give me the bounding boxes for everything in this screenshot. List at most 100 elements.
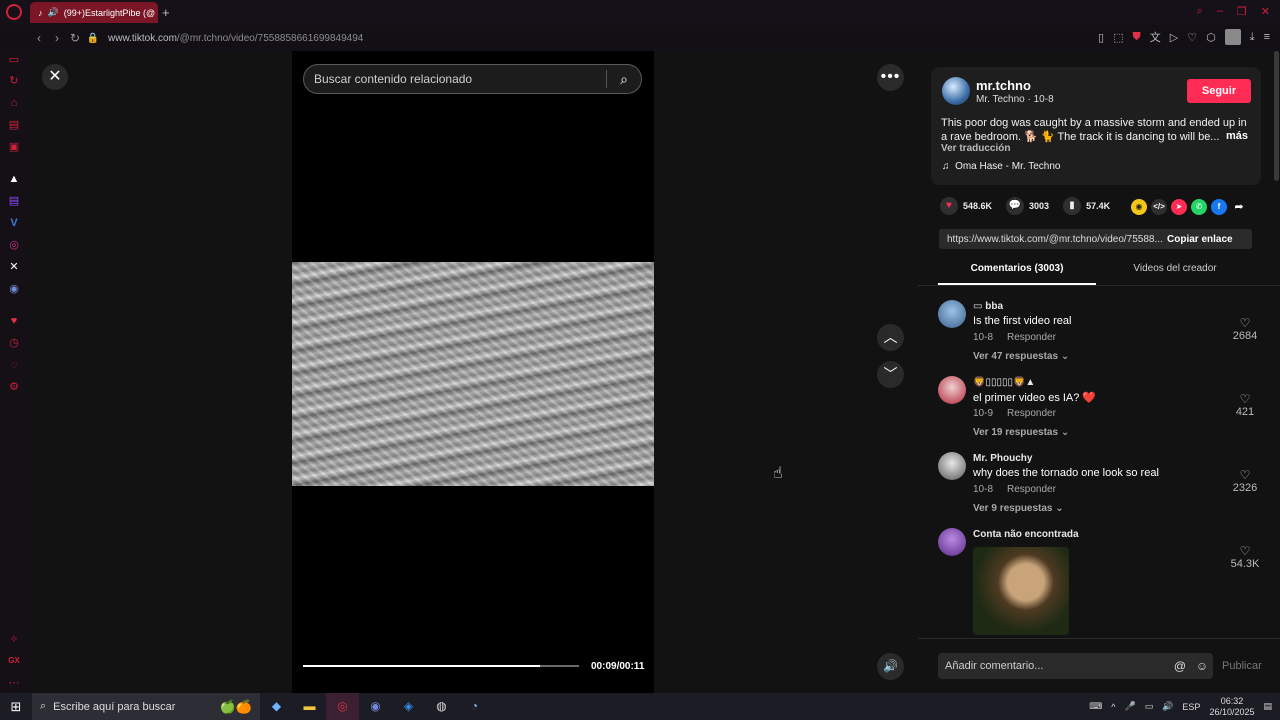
mention-icon[interactable]: @	[1169, 659, 1191, 673]
sidebar-more-icon[interactable]: ⋯	[7, 676, 21, 690]
sidebar-twitch-icon[interactable]: ▤	[7, 194, 21, 208]
comment-like[interactable]: ♡ 2326	[1226, 468, 1264, 494]
search-icon[interactable]: ⌕	[607, 71, 641, 88]
steam-taskbar-icon[interactable]: ◔	[458, 693, 491, 720]
notification-icon[interactable]: ▤	[1263, 701, 1272, 712]
sidebar-vk-icon[interactable]: V	[7, 216, 21, 230]
send-icon[interactable]: ➤	[1171, 199, 1187, 215]
new-tab-button[interactable]: +	[162, 5, 170, 20]
copy-link-button[interactable]: Copiar enlace	[1167, 234, 1233, 245]
opera-logo-icon[interactable]	[6, 4, 22, 20]
video-frame[interactable]	[292, 262, 654, 486]
snapshot-icon[interactable]: ⬚	[1113, 31, 1123, 44]
comment-like[interactable]: ♡ 2684	[1226, 316, 1264, 342]
view-replies-button[interactable]: Ver 47 respuestas ⌄	[973, 351, 1069, 362]
comment-avatar[interactable]	[938, 528, 966, 556]
comment-username[interactable]: 🦁▯▯▯▯▯🦁▲	[973, 377, 1035, 388]
view-replies-button[interactable]: Ver 9 respuestas ⌄	[973, 503, 1064, 514]
network-icon[interactable]: ▭	[1145, 701, 1154, 712]
sidebar-instagram-icon[interactable]: ◎	[7, 238, 21, 252]
language-indicator[interactable]: ESP	[1182, 702, 1200, 712]
comment-username[interactable]: Conta não encontrada	[973, 529, 1079, 540]
sidebar-x-icon[interactable]: ✕	[7, 260, 21, 274]
video-progress-bar[interactable]	[303, 665, 579, 667]
comment-username[interactable]: Mr. Phouchy	[973, 453, 1032, 464]
browser-tab-active[interactable]: ♪ 🔊 (99+)EstarlightPibe (@	[30, 2, 158, 23]
panel-scrollbar[interactable]	[1274, 51, 1279, 181]
comment-username[interactable]: ▭ bba	[973, 301, 1003, 312]
player-icon[interactable]: ▷	[1170, 31, 1178, 44]
reply-button[interactable]: Responder	[1007, 408, 1056, 419]
clock[interactable]: 06:32 26/10/2025	[1209, 696, 1254, 718]
extensions-icon[interactable]: ⬡	[1206, 31, 1216, 44]
discord-taskbar-icon[interactable]: ◉	[359, 693, 392, 720]
reload-icon[interactable]: ↻	[66, 31, 84, 45]
reply-button[interactable]: Responder	[1007, 332, 1056, 343]
lock-icon[interactable]: 🔒	[84, 33, 102, 44]
sidebar-history-icon[interactable]: ↻	[7, 74, 21, 88]
minimize-icon[interactable]: –	[1217, 5, 1223, 18]
comment-image[interactable]	[973, 547, 1069, 635]
menu-icon[interactable]: ≡	[1264, 31, 1270, 43]
author-name[interactable]: mr.tchno	[976, 78, 1031, 93]
sidebar-chat-icon[interactable]: ◌	[7, 358, 21, 372]
author-avatar[interactable]	[942, 77, 970, 105]
sidebar-network-icon[interactable]: ⟡	[7, 632, 21, 646]
publish-button[interactable]: Publicar	[1222, 660, 1262, 672]
comment-like[interactable]: ♡ 421	[1226, 392, 1264, 418]
back-icon[interactable]: ‹	[30, 31, 48, 45]
next-video-icon[interactable]: ﹀	[877, 361, 904, 388]
close-window-icon[interactable]: ✕	[1261, 5, 1270, 18]
share-arrow-icon[interactable]: ➦	[1231, 199, 1247, 215]
view-replies-button[interactable]: Ver 19 respuestas ⌄	[973, 427, 1069, 438]
save-stat[interactable]: ▮ 57.4K	[1063, 197, 1110, 215]
sidebar-aria-icon[interactable]: ▲	[7, 172, 21, 186]
file-explorer-icon[interactable]: ▬	[293, 693, 326, 720]
forward-icon[interactable]: ›	[48, 31, 66, 45]
volume-tray-icon[interactable]: 🔊	[1162, 701, 1173, 712]
app-taskbar-icon[interactable]: ◈	[392, 693, 425, 720]
follow-button[interactable]: Seguir	[1187, 79, 1251, 103]
heart-outline-icon[interactable]: ♡	[1187, 31, 1197, 44]
tray-expand-icon[interactable]: ^	[1111, 702, 1115, 712]
sidebar-settings-icon[interactable]: ⚙	[7, 380, 21, 394]
comment-stat[interactable]: 💬 3003	[1006, 197, 1049, 215]
previous-video-icon[interactable]: ︿	[877, 324, 904, 351]
coin-share-icon[interactable]: ◉	[1131, 199, 1147, 215]
bookmark-icon[interactable]: ▯	[1098, 31, 1104, 44]
download-icon[interactable]: ⤓	[1250, 31, 1255, 44]
description-more-link[interactable]: más	[1226, 130, 1248, 142]
sidebar-discord-icon[interactable]: ◉	[7, 282, 21, 296]
steam-alt-taskbar-icon[interactable]: ◍	[425, 693, 458, 720]
keyboard-icon[interactable]: ⌨	[1089, 701, 1102, 712]
sidebar-store-icon[interactable]: ⌂	[7, 96, 21, 110]
sidebar-gx-icon[interactable]: GX	[7, 654, 21, 668]
tab-comments[interactable]: Comentarios (3003)	[938, 263, 1096, 274]
comment-avatar[interactable]	[938, 452, 966, 480]
whatsapp-icon[interactable]: ✆	[1191, 199, 1207, 215]
comment-input[interactable]	[938, 660, 1169, 672]
comment-avatar[interactable]	[938, 376, 966, 404]
like-stat[interactable]: ♥ 548.6K	[940, 197, 992, 215]
share-link-text[interactable]: https://www.tiktok.com/@mr.tchno/video/7…	[939, 234, 1167, 245]
sidebar-mail-icon[interactable]: ▣	[7, 140, 21, 154]
emoji-icon[interactable]: ☺	[1191, 659, 1213, 673]
related-search-input[interactable]	[304, 72, 606, 86]
microphone-icon[interactable]: 🎤	[1124, 701, 1135, 712]
vpn-icon[interactable]: ⛊	[1133, 31, 1141, 44]
more-options-icon[interactable]: •••	[877, 64, 904, 91]
sidebar-heart-icon[interactable]: ♥	[7, 314, 21, 328]
translate-icon[interactable]: 文	[1150, 29, 1161, 45]
sidebar-messenger-icon[interactable]: ▭	[7, 53, 21, 67]
comment-like[interactable]: ♡ 54.3K	[1226, 544, 1264, 570]
windows-start-icon[interactable]: ⊞	[0, 699, 32, 715]
comment-avatar[interactable]	[938, 300, 966, 328]
music-link[interactable]: ♫ Oma Hase - Mr. Techno	[942, 161, 1060, 172]
taskbar-search[interactable]: ⌕ Escribe aquí para buscar 🍏🍊	[32, 693, 260, 720]
close-icon[interactable]: ✕	[42, 64, 68, 90]
sidebar-clock-icon[interactable]: ◷	[7, 336, 21, 350]
facebook-icon[interactable]: f	[1211, 199, 1227, 215]
copilot-icon[interactable]: ◆	[260, 693, 293, 720]
volume-icon[interactable]: 🔊	[877, 653, 904, 680]
url-field[interactable]: www.tiktok.com/@mr.tchno/video/755885866…	[108, 33, 363, 44]
